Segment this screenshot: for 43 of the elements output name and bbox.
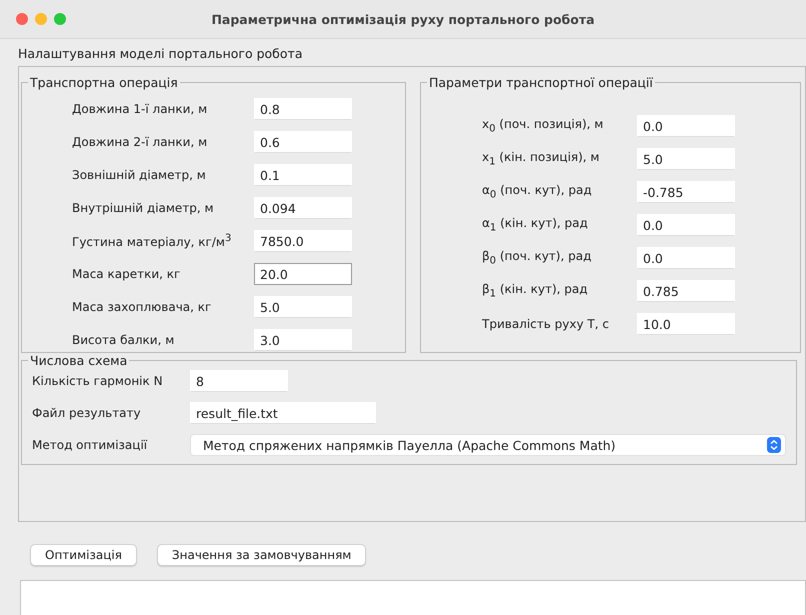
dropdown[interactable]: Метод спряжених напрямків Пауелла (Apache Commons Math)	[190, 434, 786, 456]
input-field[interactable]: 7850.0	[254, 230, 352, 252]
window-title: Параметрична оптимізація руху портального робота	[211, 12, 595, 26]
input-field[interactable]: 0.1	[254, 164, 352, 186]
input-field[interactable]: 0.0	[637, 214, 735, 236]
button[interactable]: Значення за замовчуванням	[156, 544, 366, 566]
input-field[interactable]: 0.0	[637, 115, 735, 137]
field-label: Метод оптимізації	[32, 438, 148, 452]
input-field[interactable]: 0.8	[254, 98, 352, 120]
field-label: Файл результату	[32, 406, 142, 420]
field-label: α$_{0}$ (поч. кут), рад	[482, 183, 593, 201]
input-field[interactable]: 0.0	[637, 247, 735, 269]
field-label: α$_{1}$ (кін. кут), рад	[482, 216, 589, 234]
input-field[interactable]: 0.785	[637, 280, 735, 302]
field-label: Тривалість руху T, с	[482, 317, 610, 331]
field-label: Висота балки, м	[72, 333, 176, 347]
field-label: β$_{0}$ (поч. кут), рад	[482, 249, 592, 267]
field-label: Довжина 2-ї ланки, м	[72, 135, 208, 149]
field-label: Внутрішній діаметр, м	[72, 201, 215, 215]
input-field[interactable]: 10.0	[637, 313, 735, 335]
field-label: Довжина 1-ї ланки, м	[72, 102, 208, 116]
field-label: x$_{1}$ (кін. позиція), м	[482, 150, 600, 168]
input-field[interactable]: result_file.txt	[190, 402, 376, 424]
input-field[interactable]: -0.785	[637, 181, 735, 203]
input-field[interactable]: 5.0	[637, 148, 735, 170]
input-field[interactable]: 8	[190, 370, 288, 392]
input-field[interactable]: 20.0	[254, 263, 352, 285]
field-label: β$_{1}$ (кін. кут), рад	[482, 282, 589, 300]
field-label: Зовнішній діаметр, м	[72, 168, 207, 182]
button[interactable]: Оптимізація	[30, 544, 137, 566]
field-label: x$_{0}$ (поч. позиція), м	[482, 117, 604, 135]
field-label: Маса каретки, кг	[72, 267, 182, 281]
group-title: Числова схема	[29, 353, 128, 368]
input-field[interactable]: 3.0	[254, 329, 352, 351]
field-label: Густина матеріалу, кг/м$^{3}$	[72, 233, 232, 249]
field-label: Маса захоплювача, кг	[72, 300, 212, 314]
group-title: Параметри транспортної операції	[428, 75, 654, 90]
group-title: Транспортна операція	[29, 75, 179, 90]
section-title: Налаштування моделі портального робота	[18, 46, 302, 61]
input-field[interactable]: 0.094	[254, 197, 352, 219]
input-field[interactable]: 0.6	[254, 131, 352, 153]
input-field[interactable]: 5.0	[254, 296, 352, 318]
field-label: Кількість гармонік N	[32, 374, 164, 388]
